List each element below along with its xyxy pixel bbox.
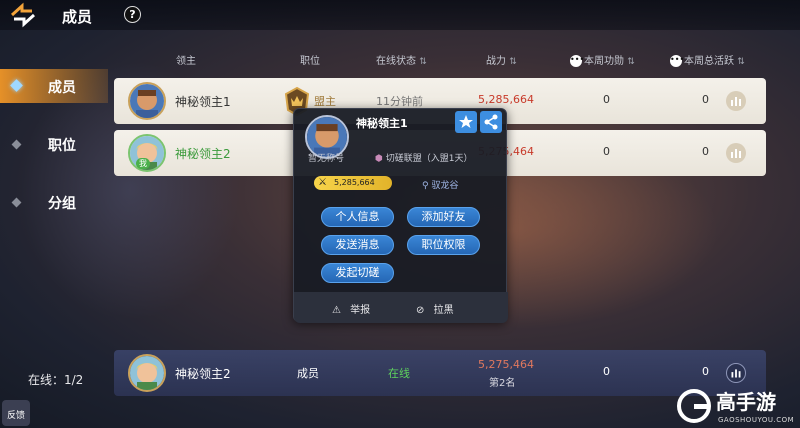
stats-button[interactable] — [726, 91, 746, 111]
block-icon: ⊘ — [416, 305, 425, 316]
popup-title-text: 暂无称号 — [308, 154, 345, 164]
online-status: 11分钟前 — [376, 95, 423, 108]
feedback-button[interactable]: 反馈 — [2, 400, 30, 426]
popup-alliance: ⬢ 切磋联盟（入盟1天） — [375, 151, 472, 164]
weekly-activity: 0 — [702, 365, 709, 378]
power-value: 5,275,464 — [478, 358, 534, 371]
sidebar-item-label: 职位 — [48, 138, 76, 154]
online-count: 在线：1/2 — [28, 373, 84, 387]
diamond-icon — [11, 139, 22, 150]
more-icon: ••• — [670, 55, 684, 67]
column-header-online-status[interactable]: 在线状态 ⇅ — [376, 52, 427, 67]
popup-power-value: 5,285,664 — [334, 178, 375, 187]
header-label: 本周总活跃 — [684, 56, 734, 67]
page-title: 成员 — [62, 8, 93, 26]
location-pin-icon: ⚲ — [422, 181, 429, 191]
challenge-button[interactable]: 发起切磋 — [321, 263, 394, 283]
sort-icon: ⇅ — [509, 57, 517, 67]
header-label: 本周功勋 — [584, 56, 624, 67]
weekly-activity: 0 — [702, 145, 709, 158]
send-message-button[interactable]: 发送消息 — [321, 235, 394, 255]
popup-location[interactable]: ⚲ 驭龙谷 — [422, 178, 458, 191]
watermark-text: 高手游 — [716, 390, 776, 414]
power-value: 5,285,664 — [478, 93, 534, 106]
personal-info-button[interactable]: 个人信息 — [321, 207, 394, 227]
stats-button[interactable] — [726, 363, 746, 383]
weekly-activity: 0 — [702, 93, 709, 106]
help-button[interactable]: ? — [124, 6, 141, 23]
gaoshouyou-logo-icon — [677, 389, 711, 423]
avatar[interactable] — [128, 354, 166, 392]
block-label: 拉黑 — [433, 305, 454, 316]
sidebar-item-groups[interactable]: 分组 — [0, 185, 108, 219]
bar-chart-icon — [731, 149, 741, 158]
position-permissions-button[interactable]: 职位权限 — [407, 235, 480, 255]
header-label: 领主 — [176, 56, 196, 67]
share-icon — [484, 114, 498, 130]
alliance-emblem-icon: ⬢ — [375, 154, 383, 164]
report-button[interactable]: ⚠ 举报 — [332, 301, 370, 316]
sidebar-item-label: 成员 — [48, 80, 76, 96]
top-bar: 成员 ? — [0, 0, 800, 30]
popup-power: ⚔ 5,285,664 — [314, 176, 392, 190]
popup-footer: ⚠ 举报 ⊘ 拉黑 — [294, 292, 508, 323]
column-header-lord: 领主 — [176, 52, 196, 67]
sidebar-item-positions[interactable]: 职位 — [0, 127, 108, 161]
more-icon: ••• — [570, 55, 584, 67]
block-button[interactable]: ⊘ 拉黑 — [416, 301, 454, 316]
back-arrow-icon — [10, 2, 36, 28]
sort-icon: ⇅ — [737, 57, 745, 67]
weekly-merit: 0 — [603, 145, 610, 158]
stats-button[interactable] — [726, 143, 746, 163]
member-rank: 盟主 — [314, 95, 336, 108]
weekly-merit: 0 — [603, 93, 610, 106]
avatar-portrait-icon — [130, 356, 164, 390]
bar-chart-icon — [731, 97, 741, 106]
diamond-icon — [11, 197, 22, 208]
sort-icon: ⇅ — [627, 57, 635, 67]
watermark-logo: 高手游 GAOSHOUYOU.COM — [674, 386, 800, 428]
member-name: 神秘领主2 — [175, 367, 231, 381]
alliance-name: 切磋联盟（入盟1天） — [385, 154, 473, 164]
location-name: 驭龙谷 — [431, 181, 459, 191]
report-label: 举报 — [350, 305, 371, 316]
avatar-portrait-icon — [130, 84, 164, 118]
sidebar-item-members[interactable]: 成员 — [0, 69, 108, 103]
member-name: 神秘领主2 — [175, 147, 231, 161]
warning-icon: ⚠ — [332, 305, 341, 316]
avatar[interactable] — [128, 82, 166, 120]
self-row: 神秘领主2 成员 在线 5,275,464 第2名 0 0 — [114, 350, 766, 396]
member-name: 神秘领主1 — [175, 95, 231, 109]
member-rank: 成员 — [297, 367, 319, 380]
popup-member-name: 神秘领主1 — [356, 117, 408, 130]
self-badge: 我 — [136, 158, 150, 169]
diamond-icon — [10, 79, 23, 92]
add-friend-button[interactable]: 添加好友 — [407, 207, 480, 227]
bar-chart-icon — [731, 369, 741, 378]
power-icon: ⚔ — [318, 177, 327, 188]
star-icon — [459, 115, 473, 128]
column-header-weekly-merit[interactable]: •••本周功勋 ⇅ — [570, 52, 635, 67]
back-button[interactable] — [8, 2, 38, 28]
favorite-button[interactable] — [455, 111, 477, 133]
column-header-position: 职位 — [300, 52, 320, 67]
header-label: 战力 — [486, 56, 506, 67]
column-header-weekly-activity[interactable]: •••本周总活跃 ⇅ — [670, 52, 745, 67]
sort-icon: ⇅ — [419, 57, 427, 67]
watermark-url: GAOSHOUYOU.COM — [718, 416, 795, 424]
header-label: 职位 — [300, 56, 320, 67]
member-info-popup: 神秘领主1 暂无称号 ⬢ 切磋联盟（入盟1天） ⚔ 5,285,664 ⚲ 驭龙… — [293, 108, 508, 323]
column-header-power[interactable]: 战力 ⇅ — [486, 52, 517, 67]
share-button[interactable] — [480, 111, 502, 133]
header-label: 在线状态 — [376, 56, 416, 67]
online-status: 在线 — [388, 367, 410, 380]
sidebar-item-label: 分组 — [48, 196, 76, 212]
power-rank: 第2名 — [489, 378, 516, 389]
weekly-merit: 0 — [603, 365, 610, 378]
